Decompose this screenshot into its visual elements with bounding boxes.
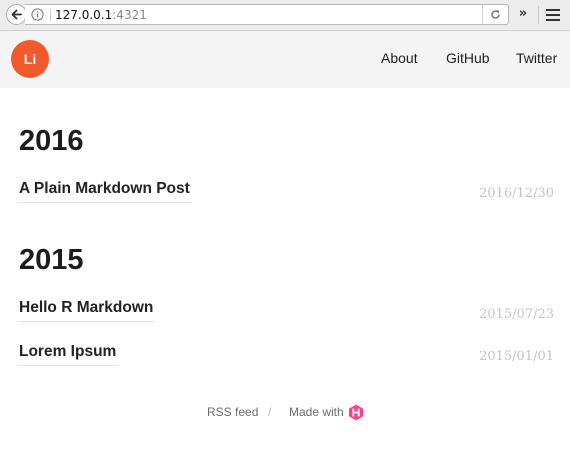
rss-feed-link[interactable]: RSS feed [207, 405, 258, 420]
reload-icon [491, 10, 500, 19]
nav-twitter[interactable]: Twitter [516, 50, 557, 67]
footer-separator: / [268, 405, 272, 419]
url-divider [50, 9, 51, 21]
url-bar[interactable]: 127.0.0.1:4321 [25, 4, 509, 25]
url-text[interactable]: 127.0.0.1:4321 [55, 7, 147, 23]
hugo-icon[interactable] [348, 404, 364, 421]
toolbar-divider [538, 6, 539, 24]
year-heading: 2015 [19, 244, 84, 276]
overflow-chevron-icon[interactable]: » [515, 6, 531, 22]
hamburger-menu-icon[interactable] [546, 9, 560, 21]
site-footer: RSS feed / Made with [0, 404, 570, 422]
url-host: 127.0.0.1 [55, 8, 113, 22]
post-title-link[interactable]: Hello R Markdown [18, 298, 156, 322]
post-date: 2016/12/30 [479, 186, 554, 201]
site-logo[interactable]: Li [11, 40, 49, 78]
browser-toolbar: 127.0.0.1:4321 » [0, 0, 570, 31]
back-button[interactable] [6, 4, 27, 25]
reload-button[interactable] [482, 5, 508, 24]
post-title-link[interactable]: A Plain Markdown Post [18, 179, 192, 203]
post-date: 2015/07/23 [479, 307, 554, 322]
back-arrow-icon [11, 9, 22, 20]
post-date: 2015/01/01 [479, 349, 554, 364]
nav-about[interactable]: About [381, 50, 418, 67]
url-port: :4321 [112, 8, 147, 22]
post-title-link[interactable]: Lorem Ipsum [18, 342, 119, 366]
site-header: Li About GitHub Twitter [0, 31, 570, 88]
year-heading: 2016 [19, 125, 84, 157]
info-icon[interactable] [31, 8, 44, 21]
nav-github[interactable]: GitHub [446, 50, 490, 67]
made-with-link[interactable]: Made with [289, 405, 344, 420]
